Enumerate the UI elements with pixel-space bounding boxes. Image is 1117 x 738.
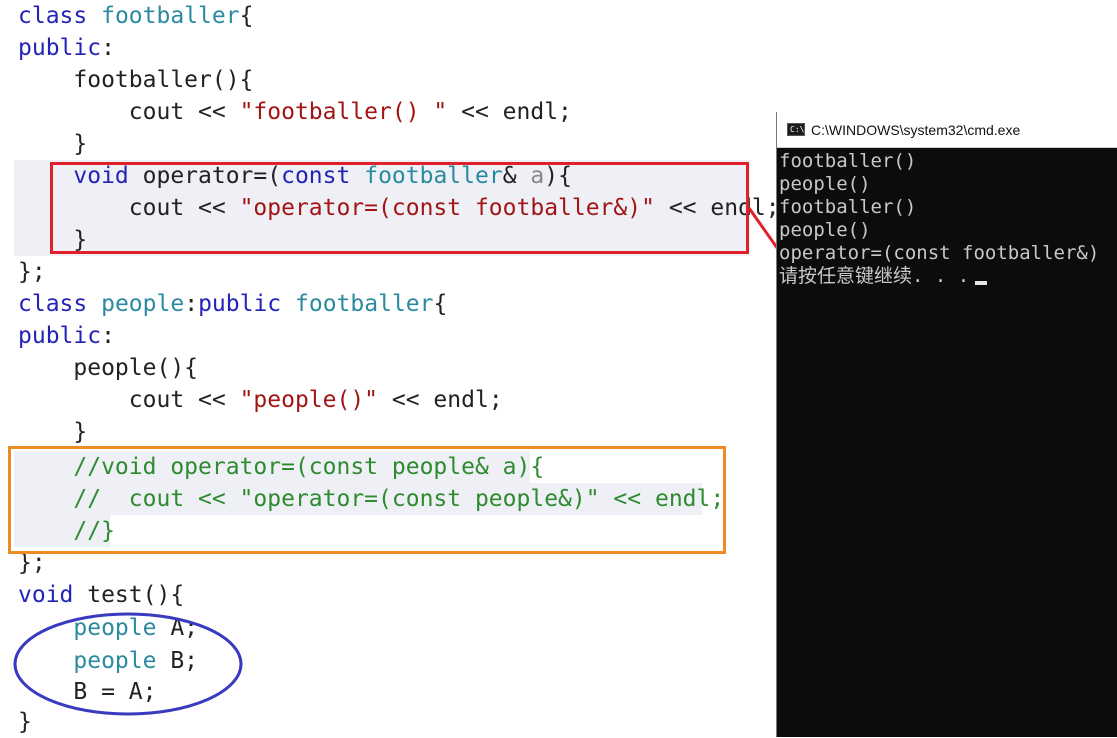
- type-name: people: [73, 615, 157, 641]
- code-line: void test(){: [18, 582, 185, 608]
- code-line: class people:public footballer{: [18, 291, 448, 317]
- string-literal: "footballer() ": [239, 99, 448, 125]
- console-output-line: operator=(const footballer&): [779, 242, 1100, 264]
- keyword: public: [198, 291, 282, 317]
- keyword: class: [18, 3, 88, 29]
- code-line: cout << "people()" << endl;: [18, 387, 503, 413]
- cmd-titlebar[interactable]: C:\ C:\WINDOWS\system32\cmd.exe: [777, 112, 1117, 148]
- keyword: public: [18, 35, 102, 61]
- keyword: void: [18, 582, 74, 608]
- orange-annotation-box: [8, 446, 726, 554]
- cmd-window[interactable]: C:\ C:\WINDOWS\system32\cmd.exe football…: [776, 112, 1117, 737]
- type-name: people: [101, 291, 185, 317]
- code-line: cout << "footballer() " << endl;: [18, 99, 572, 125]
- console-output-line: footballer(): [779, 196, 917, 218]
- type-name: footballer: [295, 291, 434, 317]
- window-title: C:\WINDOWS\system32\cmd.exe: [811, 122, 1021, 138]
- red-annotation-box: [50, 162, 749, 254]
- string-literal: "people()": [239, 387, 379, 413]
- code-line: public:: [18, 323, 115, 349]
- code-line: };: [18, 259, 46, 285]
- console-output-line: footballer(): [779, 150, 917, 172]
- code-line: people B;: [73, 648, 199, 674]
- text-cursor: [975, 280, 988, 285]
- code-line: footballer(){: [18, 67, 254, 93]
- type-name: people: [73, 648, 157, 674]
- type-name: footballer: [101, 3, 240, 29]
- code-line: public:: [18, 35, 115, 61]
- console-output-line: people(): [779, 219, 871, 241]
- code-line: }: [18, 131, 88, 157]
- code-line: people(){: [18, 355, 199, 381]
- code-line: }: [18, 419, 88, 445]
- console-output-line: people(): [779, 173, 871, 195]
- keyword: class: [18, 291, 88, 317]
- console-icon: C:\: [787, 123, 805, 136]
- console-prompt-line: 请按任意键继续. . .: [779, 265, 988, 288]
- code-line: people A;: [73, 615, 199, 641]
- code-line: B = A;: [18, 679, 157, 705]
- code-line: class footballer{: [18, 3, 254, 29]
- keyword: public: [18, 323, 102, 349]
- code-line: }: [18, 709, 32, 735]
